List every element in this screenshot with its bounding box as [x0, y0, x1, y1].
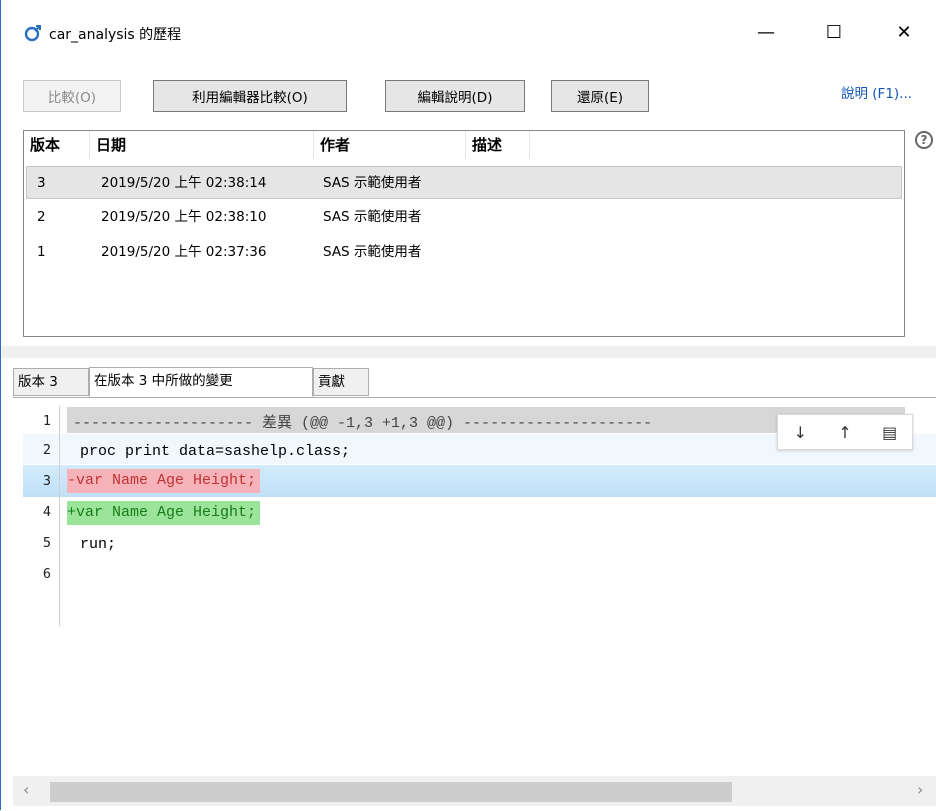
compare-button[interactable]: 比較(O): [23, 80, 121, 112]
tab-contribution[interactable]: 貢獻: [313, 368, 369, 396]
panel-splitter[interactable]: [1, 346, 936, 358]
history-table: 版本 日期 作者 描述 3 2019/5/20 上午 02:38:14 SAS …: [23, 130, 905, 337]
history-window: car_analysis 的歷程 — ☐ ✕ 比較(O) 利用編輯器比較(O) …: [0, 0, 936, 811]
code-line-deleted: -var Name Age Height;: [67, 469, 261, 493]
title-bar: car_analysis 的歷程 — ☐ ✕: [1, 0, 936, 62]
next-change-icon[interactable]: ↓: [785, 423, 815, 442]
scroll-right-icon[interactable]: ›: [917, 780, 923, 799]
cell-author: SAS 示範使用者: [323, 209, 422, 225]
document-icon[interactable]: ▤: [875, 423, 905, 442]
restore-button[interactable]: 還原(E): [551, 80, 649, 112]
code-line-context: run;: [71, 536, 117, 553]
minimize-button[interactable]: —: [743, 14, 789, 50]
table-row[interactable]: 1 2019/5/20 上午 02:37:36 SAS 示範使用者: [26, 236, 902, 269]
scrollbar-thumb[interactable]: [50, 782, 732, 802]
scroll-left-icon[interactable]: ‹: [23, 780, 29, 799]
maximize-button[interactable]: ☐: [811, 14, 857, 50]
app-icon: [24, 25, 41, 42]
line-number: 6: [42, 566, 51, 582]
close-button[interactable]: ✕: [881, 14, 927, 50]
code-line-added: +var Name Age Height;: [67, 501, 261, 525]
column-header-date[interactable]: 日期: [90, 131, 314, 159]
compare-with-editor-button[interactable]: 利用編輯器比較(O): [153, 80, 347, 112]
line-number: 5: [42, 535, 51, 551]
line-number: 3: [42, 473, 51, 489]
line-number: 1: [42, 413, 51, 429]
cell-date: 2019/5/20 上午 02:37:36: [101, 244, 267, 260]
hunk-header: -------------------- 差異 (@@ -1,3 +1,3 @@…: [73, 415, 653, 432]
cell-date: 2019/5/20 上午 02:38:14: [101, 175, 267, 191]
cell-date: 2019/5/20 上午 02:38:10: [101, 209, 267, 225]
diff-editor[interactable]: 1 2 3 4 5 6 -------------------- 差異 (@@ …: [13, 397, 936, 811]
cell-version: 3: [37, 175, 46, 191]
code-line-context: proc print data=sashelp.class;: [71, 443, 351, 460]
diff-navigation: ↓ ↑ ▤: [777, 414, 913, 450]
column-header-description[interactable]: 描述: [466, 131, 530, 159]
edit-description-button[interactable]: 編輯說明(D): [385, 80, 525, 112]
cell-author: SAS 示範使用者: [323, 175, 422, 191]
previous-change-icon[interactable]: ↑: [830, 423, 860, 442]
cell-version: 2: [37, 209, 46, 225]
cell-version: 1: [37, 244, 46, 260]
column-header-version[interactable]: 版本: [24, 131, 90, 159]
help-icon[interactable]: ?: [915, 131, 933, 149]
horizontal-scrollbar[interactable]: ‹ ›: [13, 776, 936, 806]
line-number: 4: [42, 504, 51, 520]
tab-changes[interactable]: 在版本 3 中所做的變更: [89, 367, 313, 397]
tab-version-3[interactable]: 版本 3: [13, 368, 89, 396]
table-row[interactable]: 2 2019/5/20 上午 02:38:10 SAS 示範使用者: [26, 201, 902, 234]
line-number: 2: [42, 442, 51, 458]
gutter-divider: [59, 406, 60, 626]
window-title: car_analysis 的歷程: [49, 27, 182, 43]
cell-author: SAS 示範使用者: [323, 244, 422, 260]
column-header-author[interactable]: 作者: [314, 131, 466, 159]
help-link[interactable]: 說明 (F1)...: [841, 82, 912, 102]
table-row[interactable]: 3 2019/5/20 上午 02:38:14 SAS 示範使用者: [26, 166, 902, 199]
